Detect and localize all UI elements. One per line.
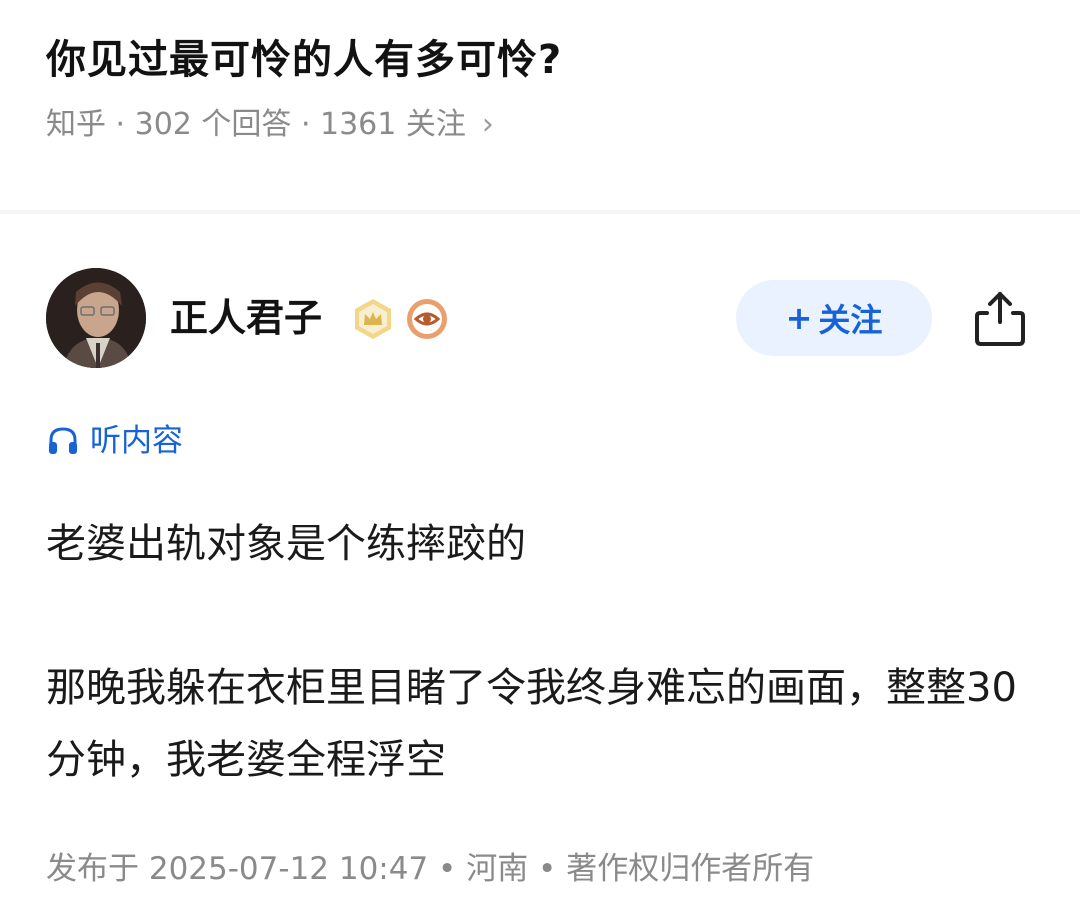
answer-paragraph-1: 老婆出轨对象是个练摔跤的 bbox=[46, 521, 526, 567]
publish-meta: 发布于 2025-07-12 10:47 • 河南 • 著作权归作者所有 bbox=[46, 851, 815, 887]
avatar[interactable] bbox=[46, 268, 146, 368]
follow-button[interactable]: + 关注 bbox=[736, 280, 932, 356]
avatar-image bbox=[46, 268, 146, 368]
question-title[interactable]: 你见过最可怜的人有多可怜? bbox=[46, 28, 1036, 92]
section-divider bbox=[0, 210, 1080, 214]
author-row: 正人君子 + 关注 bbox=[46, 268, 1036, 368]
answer-paragraph-2: 那晚我躲在衣柜里目睹了令我终身难忘的画面，整整30分钟，我老婆全程浮空 bbox=[46, 665, 1017, 783]
eye-badge-icon[interactable] bbox=[406, 298, 448, 340]
question-meta[interactable]: 知乎 · 302 个回答 · 1361 关注 › bbox=[46, 102, 1036, 148]
question-stats: 知乎 · 302 个回答 · 1361 关注 bbox=[46, 107, 466, 142]
listen-content-button[interactable]: 听内容 bbox=[46, 418, 183, 464]
share-icon[interactable] bbox=[972, 288, 1028, 348]
question-header: 你见过最可怜的人有多可怜? 知乎 · 302 个回答 · 1361 关注 › bbox=[46, 28, 1036, 148]
listen-label: 听内容 bbox=[90, 423, 183, 459]
author-name[interactable]: 正人君子 bbox=[170, 292, 322, 344]
chevron-right-icon: › bbox=[481, 107, 494, 142]
crown-badge-icon[interactable] bbox=[352, 298, 394, 340]
plus-icon: + bbox=[785, 299, 813, 337]
follow-label: 关注 bbox=[818, 301, 883, 339]
headphones-icon bbox=[49, 427, 77, 454]
answer-body: 老婆出轨对象是个练摔跤的 那晚我躲在衣柜里目睹了令我终身难忘的画面，整整30分钟… bbox=[46, 508, 1036, 796]
